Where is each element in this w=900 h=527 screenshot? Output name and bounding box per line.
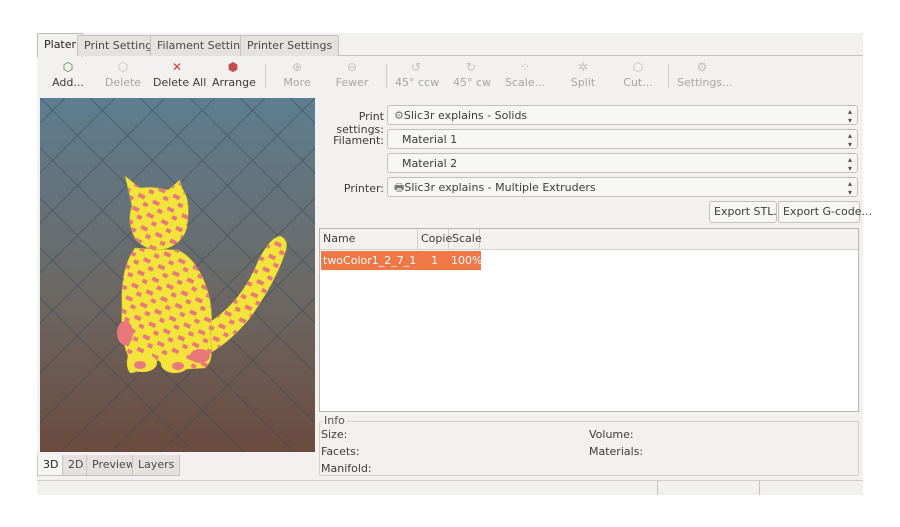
- close-icon: ✕: [171, 60, 183, 74]
- tab-3d[interactable]: 3D: [37, 455, 65, 476]
- filament-2-select[interactable]: Material 2 ▴ ▾: [387, 153, 858, 173]
- viewport-canvas[interactable]: [40, 98, 315, 452]
- object-scale: 100%: [451, 254, 481, 267]
- 3d-viewport[interactable]: [40, 98, 315, 452]
- volume-label: Volume:: [589, 428, 634, 441]
- export-gcode-button[interactable]: Export G-code...: [778, 201, 872, 223]
- status-divider: [759, 481, 760, 495]
- printer-select[interactable]: 🖶Slic3r explains - Multiple Extruders ▴ ▾: [387, 177, 858, 197]
- scale-icon: ⁘: [519, 60, 531, 74]
- print-settings-select[interactable]: ⚙Slic3r explains - Solids ▴ ▾: [387, 105, 858, 125]
- settings-button[interactable]: ⚙ Settings...: [677, 59, 733, 93]
- split-button[interactable]: ✲ Split: [568, 59, 598, 93]
- printer-label: Printer:: [343, 182, 384, 195]
- column-header-scale[interactable]: Scale: [449, 229, 482, 249]
- main-tab-bar: Plater Print Settings Filament Settings …: [37, 33, 863, 57]
- scale-button[interactable]: ⁘ Scale...: [505, 59, 545, 93]
- add-object-icon: ⬡: [62, 60, 74, 74]
- status-divider: [657, 481, 658, 495]
- arrange-icon: ⬢: [227, 60, 239, 74]
- settings-profile-icon: ⚙: [394, 109, 404, 122]
- delete-button[interactable]: ⬡ Delete: [103, 59, 143, 93]
- toolbar-separator: [265, 64, 266, 88]
- object-copies: 1: [431, 254, 438, 267]
- gear-icon: ⚙: [696, 60, 708, 74]
- chevron-up-down-icon: ▴ ▾: [847, 179, 852, 197]
- manifold-label: Manifold:: [321, 462, 372, 475]
- tab-printer-settings[interactable]: Printer Settings: [240, 35, 340, 56]
- chevron-up-down-icon: ▴ ▾: [847, 107, 852, 125]
- object-list-header: Name Copie Scale: [320, 229, 858, 250]
- cut-icon: ⬡: [632, 60, 644, 74]
- delete-icon: ⬡: [117, 60, 129, 74]
- toolbar-separator: [668, 64, 669, 88]
- rotate-cw-icon: ↻: [465, 60, 477, 74]
- slic3r-window: Plater Print Settings Filament Settings …: [37, 33, 872, 494]
- more-button[interactable]: ⊕ More: [279, 59, 315, 93]
- printer-icon: 🖶: [394, 181, 405, 194]
- print-settings-label: Print settings:: [336, 110, 384, 136]
- arrange-button[interactable]: ⬢ Arrange: [212, 59, 256, 93]
- fewer-button[interactable]: ⊖ Fewer: [334, 59, 370, 93]
- info-title: Info: [322, 414, 347, 427]
- rotate-ccw-icon: ↺: [410, 60, 422, 74]
- chevron-up-down-icon: ▴ ▾: [847, 131, 852, 149]
- minus-icon: ⊖: [346, 60, 358, 74]
- cut-button[interactable]: ⬡ Cut...: [623, 59, 653, 93]
- facets-label: Facets:: [321, 445, 360, 458]
- status-bar: [37, 480, 863, 495]
- column-header-name[interactable]: Name: [320, 229, 418, 249]
- materials-label: Materials:: [589, 445, 644, 458]
- object-list[interactable]: Name Copie Scale twoColor1_2_7_10... 1 1…: [319, 228, 859, 412]
- delete-all-button[interactable]: ✕ Delete All: [153, 59, 206, 93]
- column-header-copies[interactable]: Copie: [418, 229, 452, 249]
- chevron-up-down-icon: ▴ ▾: [847, 155, 852, 173]
- toolbar-separator: [386, 64, 387, 88]
- filament-label: Filament:: [333, 134, 384, 147]
- rotate-cw-button[interactable]: ↻ 45° cw: [453, 59, 491, 93]
- table-row[interactable]: twoColor1_2_7_10... 1 100%: [321, 251, 481, 270]
- rotate-ccw-button[interactable]: ↺ 45° ccw: [395, 59, 439, 93]
- add-button[interactable]: ⬡ Add...: [48, 59, 88, 93]
- plus-icon: ⊕: [291, 60, 303, 74]
- tab-layers[interactable]: Layers: [132, 455, 181, 476]
- export-stl-button[interactable]: Export STL...: [709, 201, 784, 223]
- split-icon: ✲: [577, 60, 589, 74]
- toolbar: ⬡ Add... ⬡ Delete ✕ Delete All ⬢ Arrange…: [37, 57, 863, 95]
- size-label: Size:: [321, 428, 348, 441]
- filament-1-select[interactable]: Material 1 ▴ ▾: [387, 129, 858, 149]
- object-name: twoColor1_2_7_10...: [323, 254, 417, 267]
- viewport-tab-bar: 3D 2D Preview Layers: [37, 455, 317, 477]
